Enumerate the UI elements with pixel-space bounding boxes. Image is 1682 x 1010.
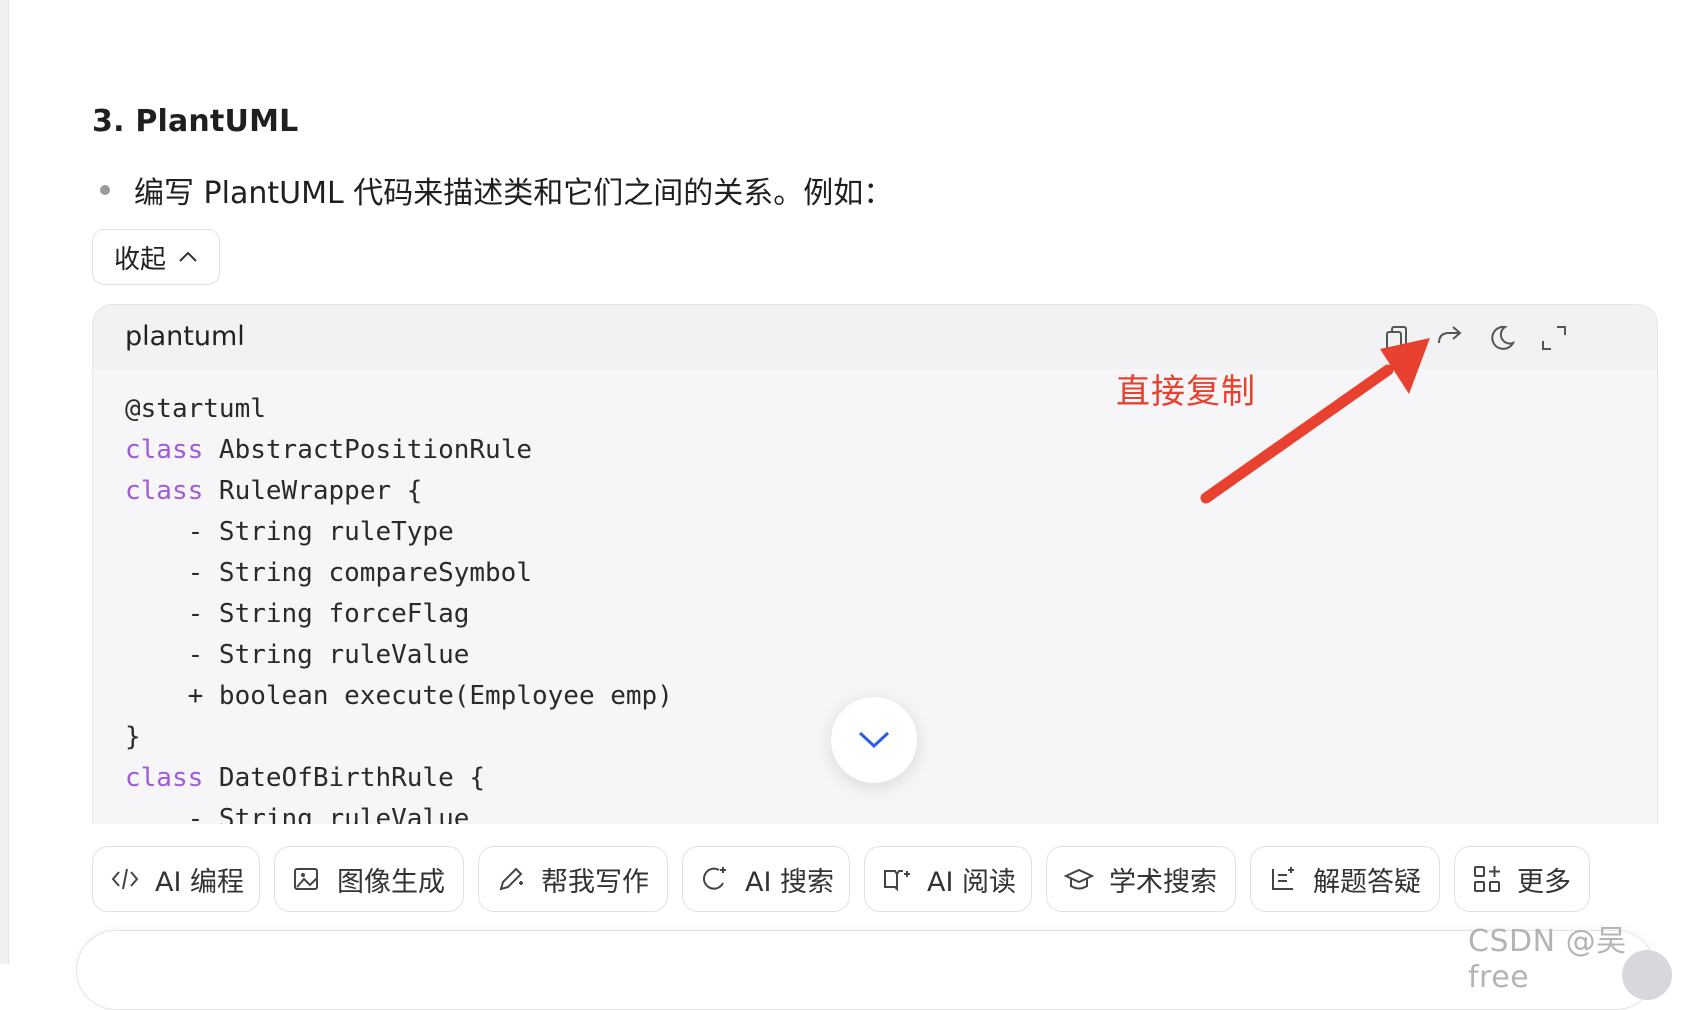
chip-label: 学术搜索 [1109, 866, 1217, 898]
code-text: - String forceFlag [125, 599, 470, 629]
section-heading: 3. PlantUML [92, 104, 299, 139]
code-text: - String ruleValue [125, 804, 470, 824]
code-line: - String ruleType [125, 512, 673, 553]
code-text: DateOfBirthRule { [203, 763, 486, 793]
code-line: class DateOfBirthRule { [125, 758, 673, 799]
code-text: - String compareSymbol [125, 558, 532, 588]
chip-label: AI 阅读 [927, 866, 1017, 898]
code-content: @startuml class AbstractPositionRule class… [125, 389, 673, 824]
chat-input[interactable] [76, 930, 1656, 1010]
code-text: - String ruleValue [125, 640, 470, 670]
code-language-label: plantuml [125, 321, 245, 352]
code-line: - String ruleValue [125, 635, 673, 676]
chip-label: 图像生成 [337, 866, 445, 898]
chip-image-generation[interactable]: 图像生成 [274, 846, 464, 912]
chip-problem-solving[interactable]: 解题答疑 [1250, 846, 1440, 912]
solve-icon [1272, 867, 1294, 890]
pen-write-icon [499, 867, 523, 891]
code-text: } [125, 722, 141, 752]
code-line: - String compareSymbol [125, 553, 673, 594]
image-gen-icon [294, 868, 318, 890]
code-block-header: plantuml [93, 305, 1657, 369]
left-edge [0, 0, 9, 964]
code-text: @startuml [125, 394, 266, 424]
chip-label: 帮我写作 [541, 866, 649, 898]
annotation-text: 直接复制 [1116, 372, 1256, 412]
code-line: class RuleWrapper { [125, 471, 673, 512]
chip-writing[interactable]: 帮我写作 [478, 846, 668, 912]
avatar [1622, 950, 1672, 1000]
code-text: RuleWrapper { [203, 476, 423, 506]
chevron-down-icon [858, 731, 890, 749]
collapse-button[interactable]: 收起 [92, 229, 220, 285]
copy-icon[interactable] [1383, 323, 1413, 353]
chip-ai-reading[interactable]: AI 阅读 [864, 846, 1032, 912]
ai-search-icon [703, 867, 726, 890]
chevron-up-icon [179, 251, 197, 262]
code-line: } [125, 717, 673, 758]
code-line: - String ruleValue [125, 799, 673, 824]
code-keyword: class [125, 476, 204, 506]
chip-label: 解题答疑 [1313, 866, 1421, 898]
grid-more-icon [1474, 866, 1500, 892]
code-keyword: class [125, 763, 204, 793]
chip-label: AI 搜索 [745, 866, 835, 898]
code-keyword: class [125, 435, 204, 465]
chip-ai-search[interactable]: AI 搜索 [682, 846, 850, 912]
share-icon[interactable] [1435, 323, 1465, 353]
chip-ai-coding[interactable]: AI 编程 [92, 846, 260, 912]
scroll-down-button[interactable] [831, 697, 917, 783]
top-cropped-icons [1382, 0, 1682, 8]
code-text: AbstractPositionRule [203, 435, 533, 465]
collapse-label: 收起 [113, 244, 166, 275]
chip-label: 更多 [1517, 866, 1571, 898]
bullet-dot [100, 185, 110, 195]
chip-more[interactable]: 更多 [1454, 846, 1590, 912]
code-line: + boolean execute(Employee emp) [125, 676, 673, 717]
bullet-item: 编写 PlantUML 代码来描述类和它们之间的关系。例如： [100, 168, 893, 212]
code-line: class AbstractPositionRule [125, 430, 673, 471]
bullet-text: 编写 PlantUML 代码来描述类和它们之间的关系。例如： [134, 176, 894, 211]
book-read-icon [884, 870, 910, 892]
chip-academic-search[interactable]: 学术搜索 [1046, 846, 1236, 912]
chip-label: AI 编程 [155, 866, 245, 898]
code-text: - String ruleType [125, 517, 454, 547]
code-line: @startuml [125, 389, 673, 430]
expand-icon[interactable] [1539, 323, 1569, 353]
graduation-cap-icon [1063, 868, 1095, 890]
code-text: + boolean execute(Employee emp) [125, 681, 673, 711]
code-line: - String forceFlag [125, 594, 673, 635]
code-icon [111, 868, 139, 890]
theme-moon-icon[interactable] [1487, 323, 1517, 353]
